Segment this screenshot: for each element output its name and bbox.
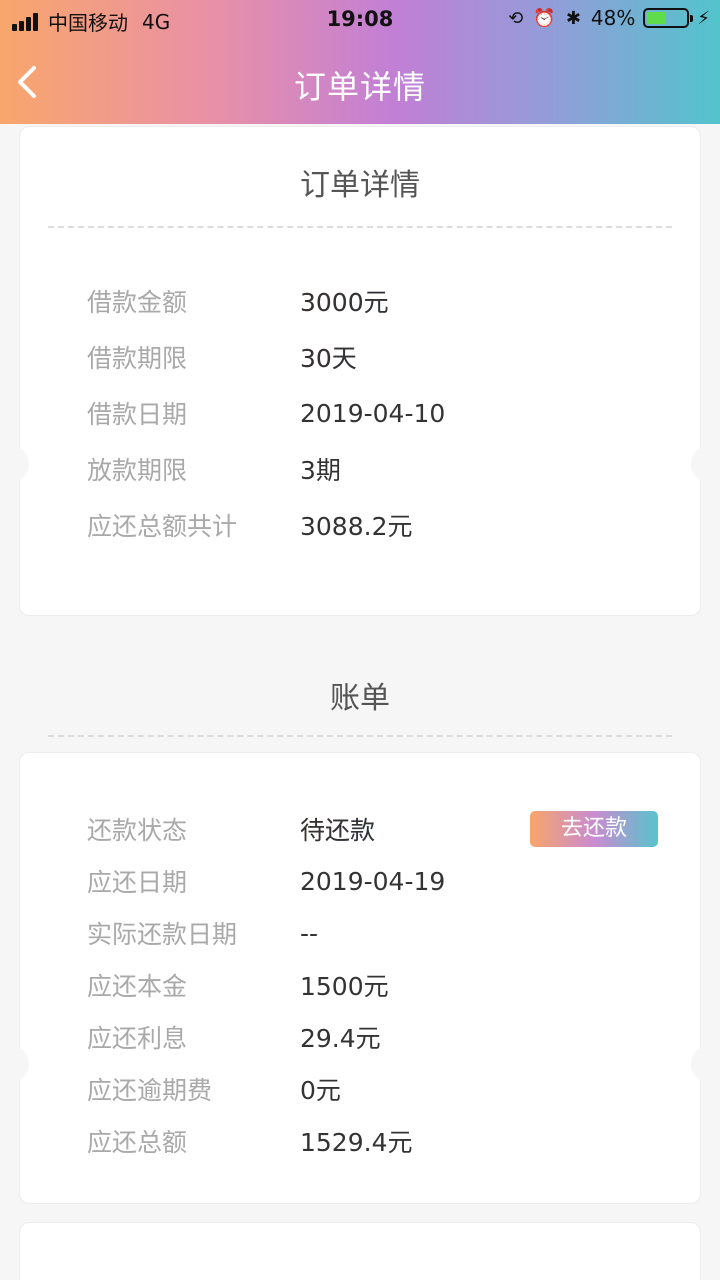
order-row-date: 借款日期 2019-04-10 (87, 393, 680, 433)
order-section-title: 订单详情 (300, 168, 420, 203)
order-divider (48, 226, 672, 228)
row-value: 1529.4元 (300, 1128, 413, 1157)
order-row-amount: 借款金额 3000元 (87, 281, 680, 321)
card-notch-left (9, 449, 29, 479)
bill-row-interest: 应还利息 29.4元 (87, 1017, 680, 1057)
bill-row-due-date: 应还日期 2019-04-19 (87, 861, 680, 901)
battery-level (647, 12, 666, 24)
row-label: 应还利息 (87, 1024, 188, 1053)
repay-button[interactable]: 去还款 (530, 811, 658, 847)
order-row-term: 借款期限 30天 (87, 337, 680, 377)
row-value: 0元 (300, 1076, 341, 1105)
bill-row-overdue-fee: 应还逾期费 0元 (87, 1069, 680, 1109)
row-label: 应还日期 (87, 868, 188, 897)
next-bill-card (19, 1222, 701, 1280)
row-value: 2019-04-10 (300, 398, 446, 428)
status-right: ⟲ ⏰ ✱ 48% ⚡ (498, 6, 710, 30)
alarm-icon: ⏰ (533, 7, 556, 29)
charging-icon: ⚡ (697, 7, 710, 29)
row-label: 应还本金 (87, 972, 188, 1001)
card-notch-right (691, 1049, 711, 1079)
row-value: 1500元 (300, 972, 389, 1001)
row-label: 借款日期 (87, 400, 188, 429)
row-value: 29.4元 (300, 1024, 381, 1053)
order-row-periods: 放款期限 3期 (87, 449, 680, 489)
bill-row-actual-date: 实际还款日期 -- (87, 913, 680, 953)
card-notch-right (691, 449, 711, 479)
row-value: 3期 (300, 456, 341, 485)
row-value: 30天 (300, 339, 357, 375)
row-value: 2019-04-19 (300, 866, 446, 896)
bluetooth-icon: ✱ (565, 7, 581, 29)
battery-percent: 48% (590, 6, 636, 30)
rotation-lock-icon: ⟲ (508, 7, 524, 29)
bill-row-principal: 应还本金 1500元 (87, 965, 680, 1005)
card-notch-left (9, 1049, 29, 1079)
bill-section-title: 账单 (330, 681, 390, 716)
row-label: 还款状态 (87, 816, 188, 845)
page-title: 订单详情 (293, 68, 426, 106)
battery-icon (643, 8, 694, 28)
row-label: 放款期限 (87, 456, 188, 485)
bill-divider (48, 735, 672, 737)
row-label: 应还逾期费 (87, 1076, 213, 1105)
row-label: 应还总额共计 (87, 512, 238, 541)
row-label: 实际还款日期 (87, 920, 238, 949)
row-label: 借款期限 (87, 344, 188, 373)
row-label: 借款金额 (87, 288, 188, 317)
row-label: 应还总额 (87, 1128, 188, 1157)
row-value: 3000元 (300, 283, 389, 319)
app-header: 中国移动 4G 19:08 ⟲ ⏰ ✱ 48% ⚡ 订单详情 (0, 0, 720, 124)
bill-row-total: 应还总额 1529.4元 (87, 1121, 680, 1161)
status-bar: 中国移动 4G 19:08 ⟲ ⏰ ✱ 48% ⚡ (0, 0, 720, 40)
row-value: 3088.2元 (300, 512, 413, 541)
status-value: 待还款 (300, 811, 375, 847)
row-value: -- (300, 918, 319, 948)
order-row-total: 应还总额共计 3088.2元 (87, 505, 680, 545)
